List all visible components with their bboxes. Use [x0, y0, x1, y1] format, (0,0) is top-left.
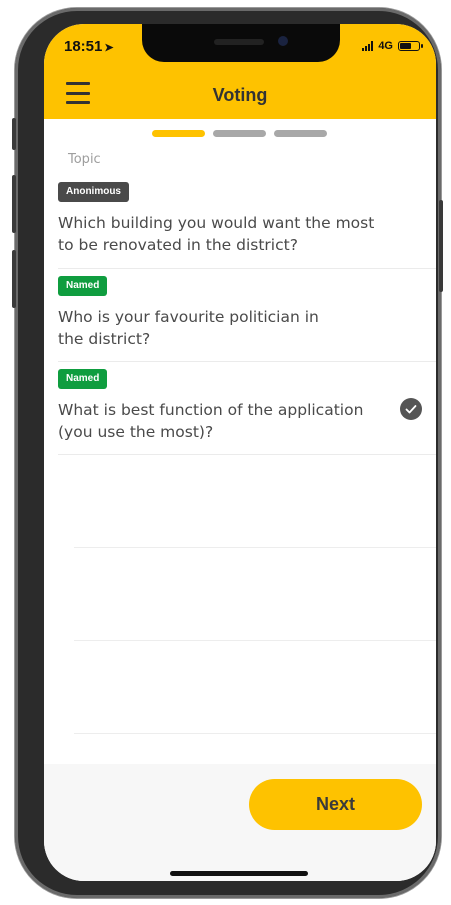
front-camera [278, 36, 288, 46]
step-indicator-2 [213, 130, 266, 137]
empty-row-divider [74, 733, 436, 734]
named-badge: Named [58, 276, 108, 296]
divider [58, 454, 436, 455]
home-indicator[interactable] [170, 871, 308, 876]
volume-up-button [12, 175, 16, 233]
topic-question-line: to be renovated in the district? [58, 236, 298, 254]
named-badge: Named [58, 369, 108, 389]
topic-item-selected[interactable]: Named What is best function of the appli… [44, 369, 436, 455]
silent-switch [12, 118, 16, 150]
location-arrow-icon: ➤ [104, 42, 114, 54]
empty-row-divider [74, 547, 436, 548]
topic-question: Who is your favourite politician in the … [58, 306, 319, 350]
page-title: Voting [212, 85, 268, 105]
section-label-topic: Topic [68, 152, 101, 167]
device-notch [142, 24, 340, 62]
topic-question: What is best function of the application… [58, 399, 363, 443]
phone-screen: 18:51 ➤ 4G Voting Topic Anonimous Which b… [44, 24, 436, 881]
topic-question-line: (you use the most)? [58, 423, 214, 441]
step-indicator-1 [152, 130, 205, 137]
signal-bars-icon [362, 41, 374, 51]
battery-icon [398, 41, 423, 51]
topic-question-line: Who is your favourite politician in [58, 308, 319, 326]
progress-stepper [152, 130, 327, 137]
topic-item[interactable]: Anonimous Which building you would want … [44, 182, 436, 269]
status-bar-indicators: 4G [362, 40, 423, 52]
check-circle-icon [400, 398, 422, 420]
anonymous-badge: Anonimous [58, 182, 129, 202]
topic-item[interactable]: Named Who is your favourite politician i… [44, 276, 436, 362]
divider [58, 268, 436, 269]
topic-question-line: Which building you would want the most [58, 214, 375, 232]
status-bar-time: 18:51 ➤ [64, 38, 114, 55]
app-header: 18:51 ➤ 4G Voting [44, 24, 436, 119]
speaker-grille [214, 39, 264, 45]
volume-down-button [12, 250, 16, 308]
topic-question: Which building you would want the most t… [58, 212, 374, 256]
power-button [439, 200, 443, 292]
empty-row-divider [74, 640, 436, 641]
next-button[interactable]: Next [249, 779, 422, 830]
topic-question-line: What is best function of the application [58, 401, 364, 419]
network-type: 4G [378, 40, 393, 52]
divider [58, 361, 436, 362]
topic-question-line: the district? [58, 330, 151, 348]
status-time-text: 18:51 [64, 38, 103, 55]
step-indicator-3 [274, 130, 327, 137]
